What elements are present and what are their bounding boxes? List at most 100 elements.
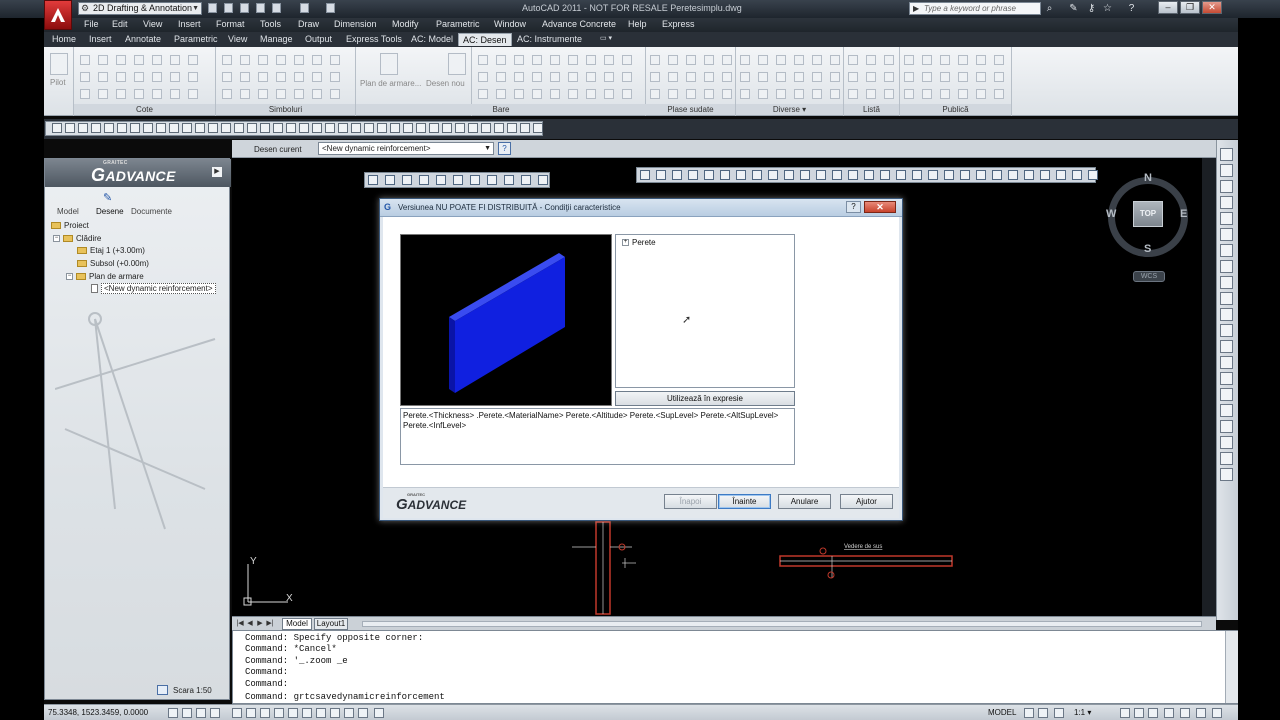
ribbon-tool-icon[interactable] <box>496 72 506 82</box>
float-tool-icon[interactable] <box>928 170 938 180</box>
right-tool-icon[interactable] <box>1220 388 1233 401</box>
ribbon-tool-icon[interactable] <box>604 55 614 65</box>
float-tool-icon[interactable] <box>1056 170 1066 180</box>
float-tool-icon[interactable] <box>960 170 970 180</box>
right-tool-icon[interactable] <box>1220 436 1233 449</box>
tab-model[interactable]: Model <box>282 618 312 630</box>
ribbon-tool-icon[interactable] <box>686 89 696 99</box>
ribbon-tool-icon[interactable] <box>830 55 840 65</box>
palette-collapse-icon[interactable]: ▶ <box>212 167 222 177</box>
pilot-icon[interactable] <box>50 53 68 75</box>
right-tool-icon[interactable] <box>1220 324 1233 337</box>
tab-express-tools[interactable]: Express Tools <box>346 34 402 44</box>
toolbar-tool-icon[interactable] <box>195 123 205 133</box>
undo-icon[interactable] <box>272 3 281 13</box>
diverse-label[interactable]: Diverse ▾ <box>736 104 843 115</box>
right-tool-icon[interactable] <box>1220 340 1233 353</box>
tree-item-subsol[interactable]: Subsol (+0.00m) <box>77 259 149 268</box>
tab-documente-palette[interactable]: Documente <box>131 207 172 216</box>
menu-help[interactable]: Help <box>628 19 647 29</box>
toolbar-tool-icon[interactable] <box>104 123 114 133</box>
ribbon-tool-icon[interactable] <box>496 89 506 99</box>
ribbon-tool-icon[interactable] <box>650 72 660 82</box>
ribbon-tool-icon[interactable] <box>134 55 144 65</box>
float-tool-icon[interactable] <box>944 170 954 180</box>
ribbon-tool-icon[interactable] <box>940 72 950 82</box>
ribbon-tool-icon[interactable] <box>740 72 750 82</box>
status-toggle-icon[interactable] <box>196 708 206 718</box>
float-tool-icon[interactable] <box>880 170 890 180</box>
ribbon-tool-icon[interactable] <box>258 89 268 99</box>
tab-model-palette[interactable]: Model <box>57 207 79 216</box>
toolbar-tool-icon[interactable] <box>143 123 153 133</box>
toolbar-tool-icon[interactable] <box>286 123 296 133</box>
right-tool-icon[interactable] <box>1220 468 1233 481</box>
ribbon-tool-icon[interactable] <box>704 72 714 82</box>
float-tool-icon[interactable] <box>912 170 922 180</box>
ribbon-tool-icon[interactable] <box>958 55 968 65</box>
last-layout-icon[interactable]: ▶| <box>266 620 274 628</box>
right-tool-icon[interactable] <box>1220 164 1233 177</box>
tab-desene-palette[interactable]: Desene <box>96 207 124 216</box>
ribbon-tool-icon[interactable] <box>848 72 858 82</box>
right-tool-icon[interactable] <box>1220 196 1233 209</box>
ribbon-tool-icon[interactable] <box>668 55 678 65</box>
float-tool-icon[interactable] <box>1072 170 1082 180</box>
collapse-icon[interactable]: − <box>66 273 73 281</box>
toolbar-tool-icon[interactable] <box>234 123 244 133</box>
ribbon-tool-icon[interactable] <box>586 72 596 82</box>
float-tool-icon[interactable] <box>453 175 463 185</box>
ribbon-tool-icon[interactable] <box>240 55 250 65</box>
viewcube-top[interactable]: TOP <box>1133 201 1163 227</box>
status-toggle-icon[interactable] <box>288 708 298 718</box>
toolbar-tool-icon[interactable] <box>377 123 387 133</box>
status-tray-icon[interactable] <box>1134 708 1144 718</box>
status-toggle-icon[interactable] <box>260 708 270 718</box>
float-tool-icon[interactable] <box>402 175 412 185</box>
toolbar-tool-icon[interactable] <box>325 123 335 133</box>
save-as-icon[interactable] <box>256 3 265 13</box>
toolbar-tool-icon[interactable] <box>78 123 88 133</box>
toolbar-tool-icon[interactable] <box>260 123 270 133</box>
tree-item-new-reinforcement[interactable]: <New dynamic reinforcement> <box>91 283 216 294</box>
ribbon-tool-icon[interactable] <box>276 55 286 65</box>
ribbon-tool-icon[interactable] <box>622 55 632 65</box>
ribbon-tool-icon[interactable] <box>80 72 90 82</box>
float-tool-icon[interactable] <box>1088 170 1098 180</box>
tree-item-proiect[interactable]: Proiect <box>51 221 89 230</box>
ribbon-tool-icon[interactable] <box>312 72 322 82</box>
open-file-icon[interactable] <box>224 3 233 13</box>
search-input[interactable]: ▶ Type a keyword or phrase <box>909 2 1041 15</box>
float-tool-icon[interactable] <box>521 175 531 185</box>
ribbon-tool-icon[interactable] <box>884 72 894 82</box>
ribbon-tool-icon[interactable] <box>884 55 894 65</box>
menu-edit[interactable]: Edit <box>112 19 128 29</box>
dialog-help-button[interactable]: ? <box>846 201 861 213</box>
ribbon-tool-icon[interactable] <box>776 72 786 82</box>
float-tool-icon[interactable] <box>816 170 826 180</box>
ribbon-tool-icon[interactable] <box>532 89 542 99</box>
toolbar-tool-icon[interactable] <box>117 123 127 133</box>
ribbon-tool-icon[interactable] <box>294 72 304 82</box>
float-tool-icon[interactable] <box>640 170 650 180</box>
toolbar-tool-icon[interactable] <box>507 123 517 133</box>
ribbon-tool-icon[interactable] <box>330 55 340 65</box>
ribbon-tool-icon[interactable] <box>848 89 858 99</box>
menu-parametric[interactable]: Parametric <box>436 19 480 29</box>
tab-view[interactable]: View <box>228 34 247 44</box>
wrench-icon[interactable]: ✎ <box>1068 3 1079 14</box>
ribbon-tool-icon[interactable] <box>240 89 250 99</box>
toolbar-tool-icon[interactable] <box>221 123 231 133</box>
status-toggle-icon[interactable] <box>168 708 178 718</box>
toolbar-tool-icon[interactable] <box>52 123 62 133</box>
ribbon-tool-icon[interactable] <box>188 72 198 82</box>
tab-layout1[interactable]: Layout1 <box>314 618 348 630</box>
tree-item-etaj1[interactable]: Etaj 1 (+3.00m) <box>77 246 145 255</box>
next-button[interactable]: Înainte <box>718 494 771 509</box>
help-button[interactable]: Ajutor <box>840 494 893 509</box>
ribbon-tool-icon[interactable] <box>722 55 732 65</box>
float-tool-icon[interactable] <box>368 175 378 185</box>
annotation-scale[interactable]: 1:1 ▾ <box>1074 708 1091 717</box>
tab-ac-model[interactable]: AC: Model <box>411 34 453 44</box>
ribbon-tool-icon[interactable] <box>812 72 822 82</box>
